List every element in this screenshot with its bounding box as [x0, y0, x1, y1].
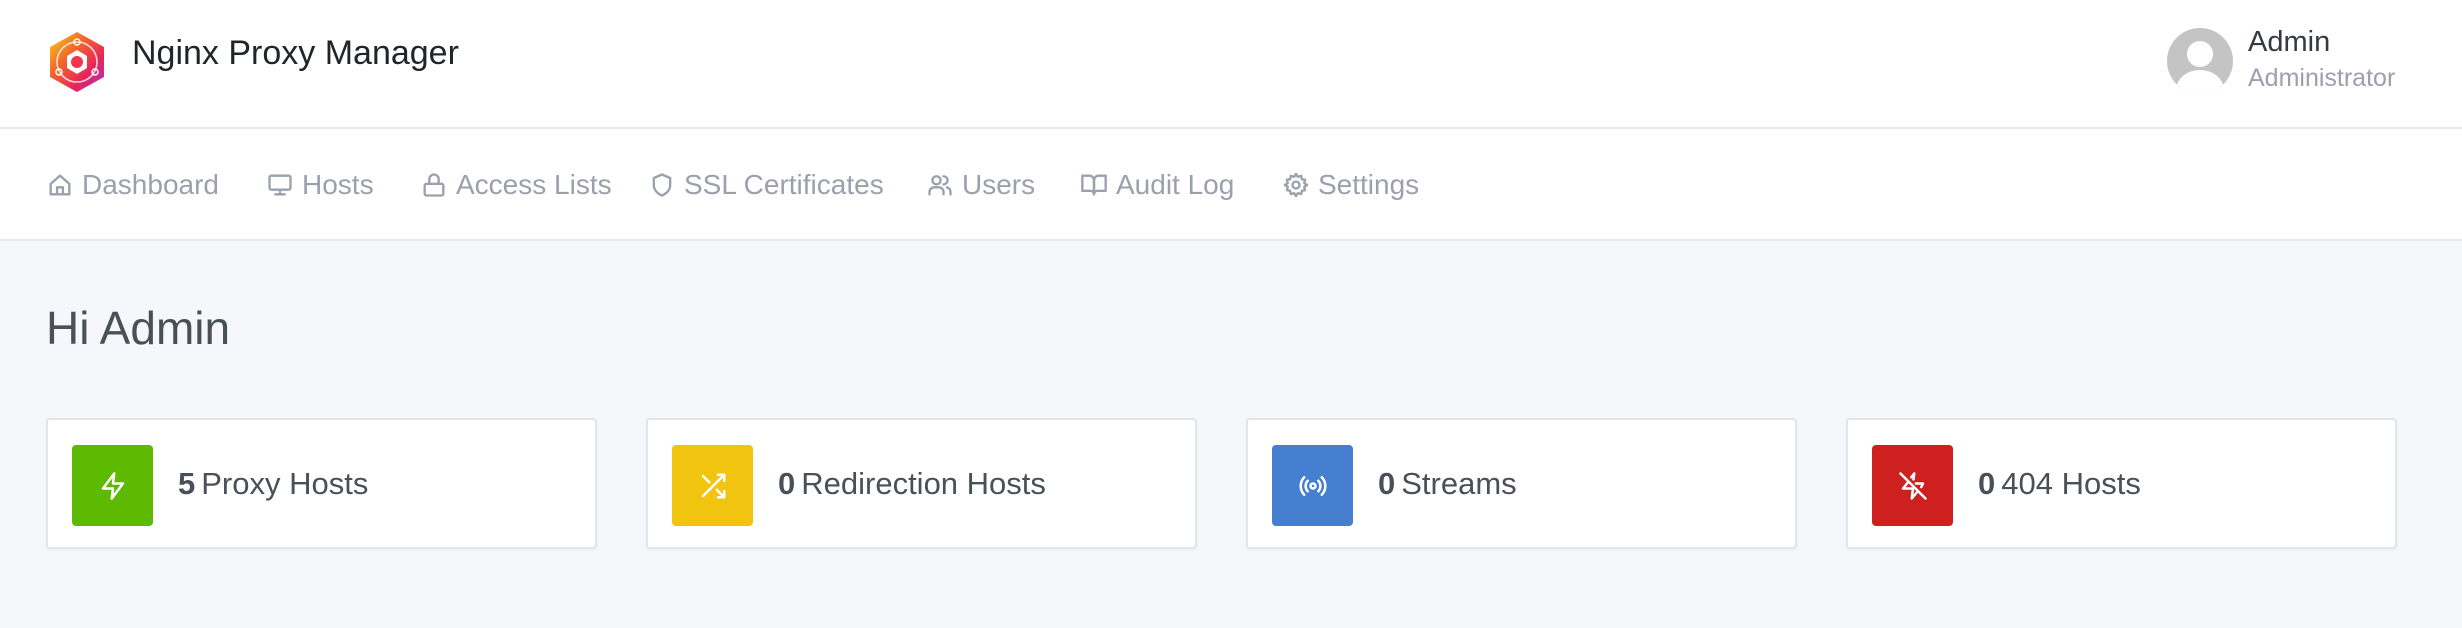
monitor-icon [268, 174, 292, 196]
stat-card-streams[interactable]: 0 Streams [1246, 418, 1797, 549]
nav-item-hosts[interactable]: Hosts [266, 165, 374, 205]
stat-text: 0 Redirection Hosts [778, 466, 1046, 502]
stat-text: 5 Proxy Hosts [178, 466, 368, 502]
user-name[interactable]: Admin [2248, 26, 2330, 59]
radio-icon [1299, 475, 1326, 496]
stat-count: 0 [1978, 466, 1996, 501]
stat-text: 0 Streams [1378, 466, 1517, 502]
stat-count: 5 [178, 466, 196, 501]
nav-item-label: Audit Log [1116, 169, 1235, 200]
nav-item-settings[interactable]: Settings [1282, 165, 1419, 205]
nav-item-ssl-certificates[interactable]: SSL Certificates [648, 165, 884, 205]
users-icon [928, 175, 952, 196]
user-role: Administrator [2248, 64, 2396, 92]
page-greeting: Hi Admin [46, 302, 231, 354]
app-title[interactable]: Nginx Proxy Manager [132, 34, 459, 73]
nav-item-label: Users [962, 169, 1036, 200]
main-nav: Dashboard Hosts Access Lists SSL Certifi… [0, 129, 2462, 241]
shield-icon [652, 173, 672, 197]
book-open-icon [1081, 174, 1107, 196]
nav-item-label: Hosts [302, 169, 374, 200]
stat-icon-box [1872, 445, 1953, 526]
stat-label: Proxy Hosts [201, 466, 369, 501]
zap-off-icon [1898, 471, 1927, 500]
nav-item-audit-log[interactable]: Audit Log [1080, 165, 1234, 205]
app-logo-icon[interactable] [46, 30, 108, 94]
stat-text: 0 404 Hosts [1978, 466, 2141, 502]
nav-item-label: SSL Certificates [684, 169, 884, 200]
nav-item-label: Settings [1318, 169, 1420, 200]
shuffle-icon [701, 473, 725, 498]
stat-icon-box [1272, 445, 1353, 526]
user-avatar[interactable] [2167, 28, 2233, 94]
nav-item-dashboard[interactable]: Dashboard [46, 165, 219, 205]
nav-item-label: Access Lists [456, 169, 612, 200]
nav-item-access-lists[interactable]: Access Lists [420, 165, 612, 205]
nav-item-label: Dashboard [82, 169, 219, 200]
top-header: Nginx Proxy Manager Admin Administrator [0, 0, 2462, 129]
zap-icon [101, 471, 124, 500]
stat-count: 0 [778, 466, 796, 501]
stat-label: Redirection Hosts [801, 466, 1046, 501]
stat-icon-box [672, 445, 753, 526]
home-icon [49, 174, 71, 196]
nav-item-users[interactable]: Users [926, 165, 1035, 205]
lock-icon [423, 173, 445, 197]
stat-label: Streams [1401, 466, 1517, 501]
stat-card-redirection-hosts[interactable]: 0 Redirection Hosts [646, 418, 1197, 549]
stat-label: 404 Hosts [2001, 466, 2141, 501]
stat-count: 0 [1378, 466, 1396, 501]
gear-icon [1283, 172, 1309, 198]
stat-card-404-hosts[interactable]: 0 404 Hosts [1846, 418, 2397, 549]
stat-card-proxy-hosts[interactable]: 5 Proxy Hosts [46, 418, 597, 549]
stat-icon-box [72, 445, 153, 526]
